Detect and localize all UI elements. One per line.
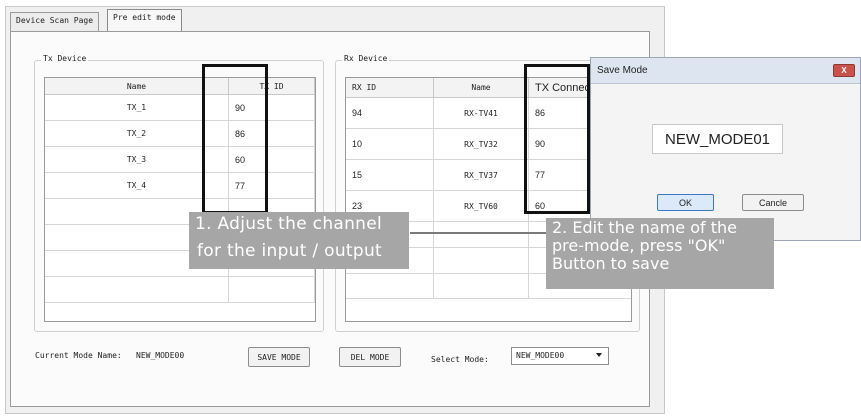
dialog-title-bar: Save Mode X <box>591 58 860 84</box>
callout-left-line2: for the input / output <box>197 241 383 261</box>
mode-name-input[interactable]: NEW_MODE01 <box>652 124 783 154</box>
tx-name-cell: TX_2 <box>126 129 147 138</box>
select-mode-label: Select Mode: <box>431 355 489 364</box>
tx-id-highlight <box>202 64 268 214</box>
rx-device-title: Rx Device <box>342 54 390 63</box>
tx-device-title: Tx Device <box>41 54 89 63</box>
rx-name-cell[interactable]: RX-TV41 <box>434 98 529 129</box>
save-mode-dialog: Save Mode X NEW_MODE01 OK Cancle <box>590 57 861 241</box>
empty-cell <box>434 274 529 299</box>
empty-cell <box>434 222 529 248</box>
table-row[interactable]: 10 <box>346 129 434 160</box>
empty-row <box>45 277 229 303</box>
current-mode-value: NEW_MODE00 <box>136 351 185 360</box>
tx-name-cell: TX_1 <box>126 103 147 112</box>
callout-right-line1: 2. Edit the name of the <box>552 218 737 237</box>
rx-name-value: RX_TV32 <box>464 139 498 149</box>
callout-right-line3: Button to save <box>552 254 670 273</box>
rx-name-value: RX-TV41 <box>464 108 498 118</box>
callout-right-line2: pre-mode, press "OK" <box>552 236 726 255</box>
save-mode-button[interactable]: SAVE MODE <box>248 347 310 367</box>
tx-name-cell: TX_3 <box>126 155 147 164</box>
rx-name-value: RX_TV37 <box>464 170 498 180</box>
table-row[interactable]: 15 <box>346 160 434 191</box>
empty-row <box>346 274 434 299</box>
callout-connector-line <box>410 232 546 234</box>
rx-id-value: 15 <box>352 170 363 180</box>
rx-name-value: RX_TV60 <box>464 201 498 211</box>
current-mode-label: Current Mode Name: <box>35 351 122 360</box>
dialog-title: Save Mode <box>597 65 648 76</box>
tx-name-cell: TX_4 <box>126 181 147 190</box>
ok-button[interactable]: OK <box>657 194 714 211</box>
select-mode-value: NEW_MODE00 <box>516 351 565 360</box>
empty-cell <box>229 277 315 303</box>
callout-adjust-channel: 1. Adjust the channel for the input / ou… <box>189 212 409 269</box>
empty-cell <box>434 248 529 274</box>
select-mode-dropdown[interactable]: NEW_MODE00 <box>511 347 609 365</box>
callout-left-line1: 1. Adjust the channel <box>195 214 383 234</box>
del-mode-button[interactable]: DEL MODE <box>339 347 401 367</box>
table-row[interactable]: 94 <box>346 98 434 129</box>
rx-id-value: 10 <box>352 139 363 149</box>
rx-name-cell[interactable]: RX_TV60 <box>434 191 529 222</box>
rx-name-cell[interactable]: RX_TV37 <box>434 160 529 191</box>
tx-connect-highlight <box>524 64 590 214</box>
tab-device-scan-page[interactable]: Device Scan Page <box>10 12 100 31</box>
rx-id-value: 23 <box>352 201 363 211</box>
tab-pre-edit-mode[interactable]: Pre edit mode <box>107 9 182 32</box>
cancel-button[interactable]: Cancle <box>742 194 804 211</box>
close-icon[interactable]: X <box>833 64 855 77</box>
rx-name-cell[interactable]: RX_TV32 <box>434 129 529 160</box>
rx-col-name[interactable]: Name <box>434 78 529 98</box>
chevron-down-icon <box>596 353 602 357</box>
rx-id-value: 94 <box>352 108 363 118</box>
callout-edit-name: 2. Edit the name of the pre-mode, press … <box>546 218 774 289</box>
rx-col-id[interactable]: RX ID <box>346 78 434 98</box>
tx-device-table[interactable]: Name TX ID TX_1 90 TX_2 86 TX_3 60 TX_4 … <box>44 77 316 322</box>
